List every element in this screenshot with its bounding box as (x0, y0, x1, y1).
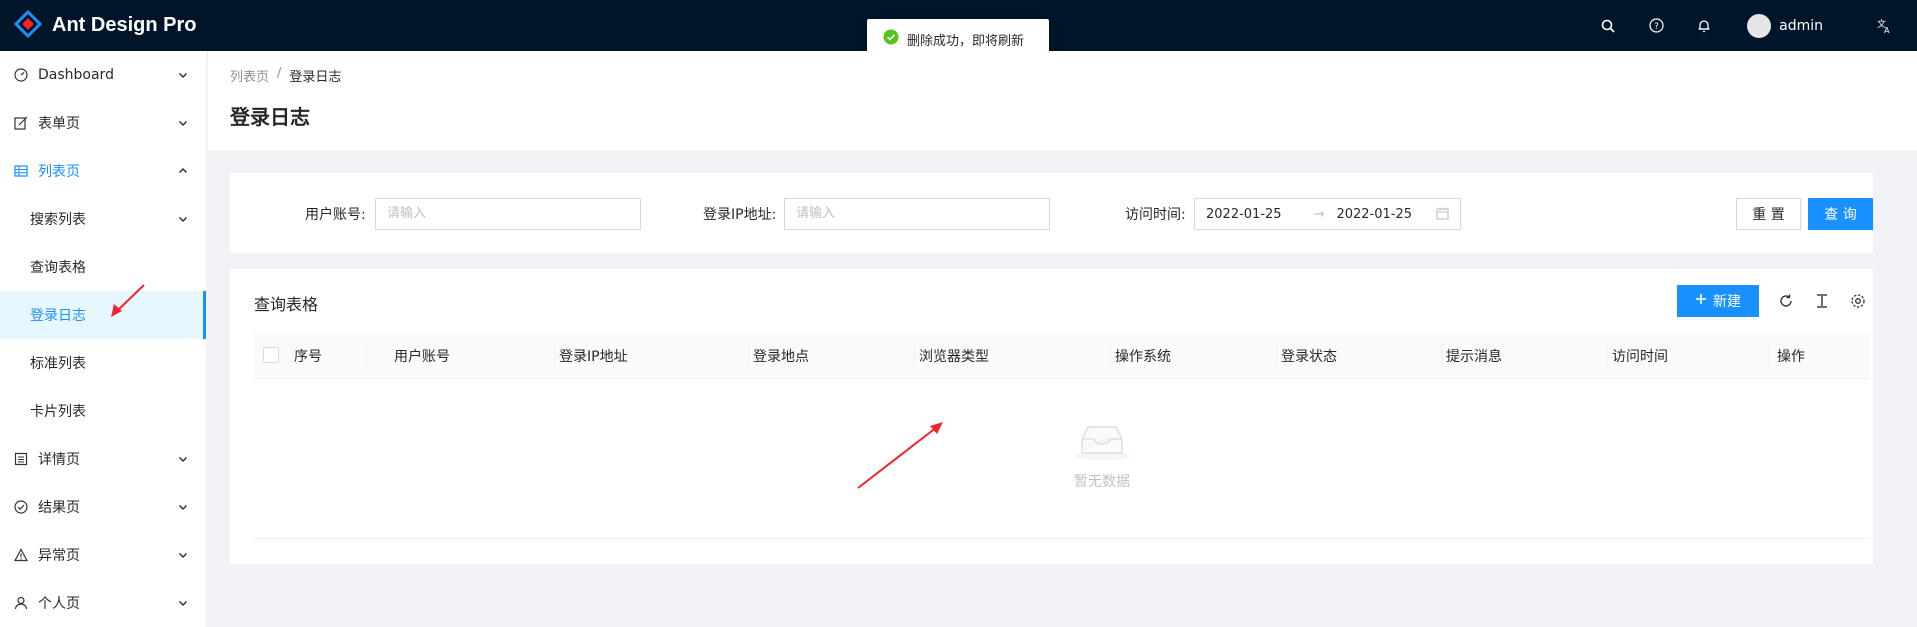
date-to[interactable]: 2022-01-25 (1336, 207, 1412, 222)
breadcrumb-parent[interactable]: 列表页 (230, 66, 269, 85)
user-icon (14, 596, 28, 610)
sidebar-item-label: 查询表格 (30, 260, 86, 276)
sidebar-item-basic-list[interactable]: 标准列表 (0, 339, 206, 387)
breadcrumb: 列表页 / 登录日志 (230, 66, 341, 85)
login-ip-input[interactable]: 请输入 (784, 198, 1050, 230)
empty-text: 暂无数据 (1074, 474, 1130, 490)
user-name: admin (1779, 17, 1823, 34)
sidebar-item-account[interactable]: 个人页 (0, 579, 206, 627)
page-header: 列表页 / 登录日志 登录日志 (208, 51, 1917, 150)
sidebar-item-result[interactable]: 结果页 (0, 483, 206, 531)
calendar-icon (1436, 207, 1449, 224)
chevron-down-icon (178, 68, 188, 84)
user-account-label: 用户账号: (305, 207, 366, 223)
sidebar-item-dashboard[interactable]: Dashboard (0, 51, 206, 99)
warning-icon (14, 548, 28, 562)
svg-text:?: ? (1654, 22, 1659, 32)
empty-state: 暂无数据 (1032, 421, 1172, 491)
annotation-arrow-icon (111, 284, 145, 317)
date-from[interactable]: 2022-01-25 (1206, 207, 1282, 222)
sidebar-item-label: 列表页 (38, 164, 80, 180)
column-header[interactable]: 操作系统 (1115, 346, 1171, 366)
column-header: 操作 (1777, 349, 1805, 365)
select-all-checkbox[interactable] (263, 347, 279, 363)
sidebar-item-label: 登录日志 (30, 308, 86, 324)
table-header: 序号 用户账号 登录IP地址 登录地点 浏览器类型 操作系统 登录状态 提示消息… (254, 332, 1870, 379)
logo[interactable]: Ant Design Pro (0, 9, 197, 42)
sidebar-item-login-log[interactable]: 登录日志 (0, 291, 206, 339)
sidebar-item-label: 异常页 (38, 548, 80, 564)
page-title: 登录日志 (230, 105, 310, 129)
table-title: 查询表格 (254, 295, 319, 314)
breadcrumb-current: 登录日志 (289, 70, 342, 85)
plus-icon (1695, 293, 1707, 309)
svg-text:A: A (1884, 26, 1890, 34)
app-title: Ant Design Pro (52, 14, 197, 36)
toast-message: 删除成功，即将刷新 (907, 33, 1025, 49)
sidebar-item-label: 标准列表 (30, 356, 86, 372)
reload-icon[interactable] (1776, 291, 1796, 311)
sidebar-item-list[interactable]: 列表页 (0, 147, 206, 195)
column-header[interactable]: 浏览器类型 (919, 346, 989, 366)
sidebar-item-label: 表单页 (38, 116, 80, 132)
table-card: 查询表格 新建 序号 用户账号 登录IP地址 登录地点 浏览器类型 操作系统 登… (230, 269, 1873, 564)
avatar (1747, 13, 1772, 38)
annotation-arrow-icon (857, 422, 943, 489)
setting-icon[interactable] (1848, 291, 1868, 311)
column-header[interactable]: 登录IP地址 (559, 346, 628, 366)
sidebar-item-query-table[interactable]: 查询表格 (0, 243, 206, 291)
query-button[interactable]: 查 询 (1808, 198, 1873, 230)
check-circle-icon (883, 29, 899, 49)
chevron-up-icon (178, 164, 188, 180)
translate-icon[interactable]: 文A (1873, 15, 1895, 37)
column-header[interactable]: 用户账号 (394, 346, 450, 366)
question-icon[interactable]: ? (1645, 15, 1667, 37)
sidebar-item-label: Dashboard (38, 67, 114, 83)
sidebar: Dashboard 表单页 列表页 搜索列表 查询表格 登录日志 标准列表 卡片… (0, 51, 207, 627)
new-button-label: 新建 (1713, 294, 1741, 310)
new-button[interactable]: 新建 (1677, 285, 1759, 317)
column-header[interactable]: 登录状态 (1281, 346, 1337, 366)
sidebar-item-label: 个人页 (38, 596, 80, 612)
user-account-input[interactable]: 请输入 (375, 198, 641, 230)
chevron-down-icon (178, 596, 188, 612)
sidebar-item-label: 卡片列表 (30, 404, 86, 420)
sidebar-item-search-list[interactable]: 搜索列表 (0, 195, 206, 243)
chevron-down-icon (178, 452, 188, 468)
chevron-down-icon (178, 116, 188, 132)
user-menu[interactable]: admin (1747, 13, 1823, 38)
date-range-picker[interactable]: 2022-01-25 → 2022-01-25 (1194, 198, 1461, 230)
column-header[interactable]: 提示消息 (1446, 346, 1502, 366)
profile-icon (14, 452, 28, 466)
table-icon (14, 164, 28, 178)
login-ip-label: 登录IP地址: (703, 207, 777, 223)
breadcrumb-separator: / (277, 66, 282, 81)
ant-logo-icon (13, 9, 43, 42)
sidebar-item-label: 详情页 (38, 452, 80, 468)
sidebar-item-card-list[interactable]: 卡片列表 (0, 387, 206, 435)
search-form: 用户账号: 请输入 登录IP地址: 请输入 访问时间: 2022-01-25 →… (230, 173, 1873, 253)
column-header[interactable]: 访问时间 (1612, 346, 1668, 366)
inbox-icon (1070, 426, 1134, 465)
column-header[interactable]: 序号 (294, 346, 322, 366)
chevron-down-icon (178, 212, 188, 228)
chevron-down-icon (178, 548, 188, 564)
reset-button[interactable]: 重 置 (1736, 198, 1801, 230)
column-header[interactable]: 登录地点 (753, 346, 809, 366)
chevron-down-icon (178, 500, 188, 516)
form-icon (14, 116, 28, 130)
sidebar-item-profile[interactable]: 详情页 (0, 435, 206, 483)
sidebar-item-label: 搜索列表 (30, 212, 86, 228)
search-icon[interactable] (1597, 15, 1619, 37)
dashboard-icon (14, 68, 28, 82)
bell-icon[interactable] (1693, 15, 1715, 37)
visit-time-label: 访问时间: (1125, 207, 1186, 223)
column-height-icon[interactable] (1812, 291, 1832, 311)
check-circle-icon (14, 500, 28, 514)
sidebar-item-label: 结果页 (38, 500, 80, 516)
sidebar-item-exception[interactable]: 异常页 (0, 531, 206, 579)
sidebar-item-form[interactable]: 表单页 (0, 99, 206, 147)
range-separator: → (1313, 206, 1325, 222)
